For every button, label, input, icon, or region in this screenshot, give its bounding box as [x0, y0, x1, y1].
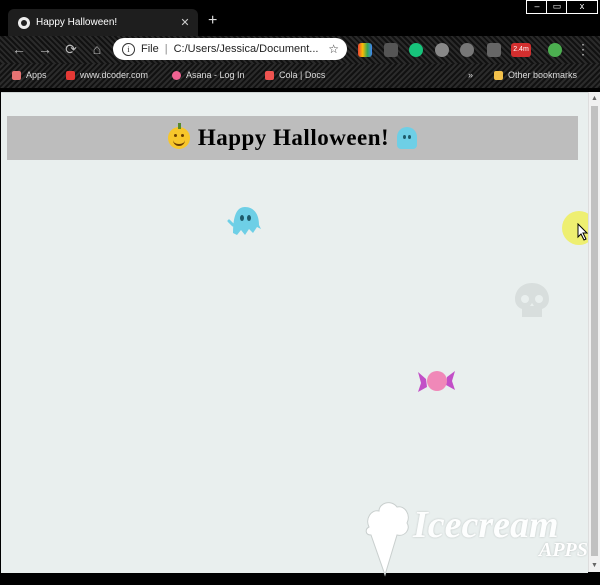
info-icon[interactable]: i — [122, 42, 135, 56]
skull-icon — [515, 283, 549, 317]
ice-cream-cone-icon — [365, 502, 409, 577]
asana-icon — [172, 70, 181, 80]
bookmark-asana[interactable]: Asana - Log In — [172, 70, 245, 80]
apps-grid-icon — [12, 70, 21, 80]
new-tab-button[interactable]: + — [208, 12, 217, 30]
watermark-brand: Icecream — [413, 504, 559, 546]
address-url[interactable]: C:/Users/Jessica/Document... — [174, 43, 329, 55]
folder-icon — [494, 70, 503, 80]
tab-title: Happy Halloween! — [36, 17, 118, 28]
menu-icon[interactable]: ⋮ — [574, 41, 592, 58]
bookmark-label: www.dcoder.com — [80, 70, 149, 80]
extension-icon[interactable] — [435, 43, 449, 57]
extension-icon[interactable] — [384, 43, 398, 57]
ghost-icon — [397, 127, 418, 149]
extension-badge[interactable]: 2.4m — [511, 43, 531, 57]
heading-banner: Happy Halloween! — [7, 116, 578, 160]
ghost-icon — [227, 207, 261, 235]
home-icon[interactable]: ⌂ — [88, 41, 106, 57]
watermark-sub: APPS — [539, 539, 588, 561]
extension-icon[interactable] — [358, 43, 372, 57]
bookmarks-bar: Apps www.dcoder.com Asana - Log In Cola … — [0, 64, 600, 88]
star-icon[interactable]: ☆ — [328, 42, 339, 56]
bookmark-dcoder[interactable]: www.dcoder.com — [66, 70, 148, 80]
profile-avatar[interactable] — [548, 43, 562, 57]
bookmark-label: Asana - Log In — [186, 70, 245, 80]
reload-icon[interactable]: ⟳ — [62, 41, 80, 58]
address-separator: | — [164, 43, 168, 55]
title-bar: Happy Halloween! ✕ + – ▭ x — [0, 0, 600, 36]
close-window-button[interactable]: x — [566, 0, 598, 14]
address-bar[interactable]: i File | C:/Users/Jessica/Document... ☆ — [113, 38, 347, 60]
back-arrow-icon[interactable]: ← — [10, 41, 28, 57]
page-title: Happy Halloween! — [197, 125, 390, 150]
candy-icon — [418, 371, 455, 392]
dcoder-icon — [66, 70, 75, 80]
close-icon[interactable]: ✕ — [178, 16, 192, 29]
bookmark-label: Cola | Docs — [279, 70, 326, 80]
restore-button[interactable]: ▭ — [546, 0, 568, 14]
scrollbar-thumb[interactable] — [591, 106, 598, 556]
other-bookmarks[interactable]: Other bookmarks — [494, 70, 577, 80]
address-scheme: File — [141, 43, 159, 55]
page-viewport: Happy Halloween! Icecream APPS — [1, 92, 588, 577]
grammarly-icon[interactable] — [409, 43, 423, 57]
cola-icon — [265, 70, 274, 80]
bookmarks-overflow-button[interactable]: » — [468, 70, 473, 80]
pumpkin-icon — [167, 123, 190, 149]
browser-toolbar: ← → ⟳ ⌂ i File | C:/Users/Jessica/Docume… — [0, 36, 600, 64]
extension-icon[interactable] — [460, 43, 474, 57]
other-bookmarks-label: Other bookmarks — [508, 70, 578, 80]
bookmark-label: Apps — [26, 70, 47, 80]
bookmark-cola-docs[interactable]: Cola | Docs — [265, 70, 325, 80]
vertical-scrollbar[interactable]: ▲ ▼ — [588, 92, 600, 572]
bookmark-apps[interactable]: Apps — [12, 70, 47, 80]
scroll-down-arrow-icon[interactable]: ▼ — [591, 562, 598, 569]
forward-arrow-icon[interactable]: → — [36, 41, 54, 57]
extension-icon[interactable] — [487, 43, 501, 57]
tab-happy-halloween[interactable]: Happy Halloween! ✕ — [8, 9, 198, 36]
scroll-up-arrow-icon[interactable]: ▲ — [591, 95, 598, 102]
minimize-button[interactable]: – — [526, 0, 548, 14]
globe-icon — [18, 16, 30, 29]
